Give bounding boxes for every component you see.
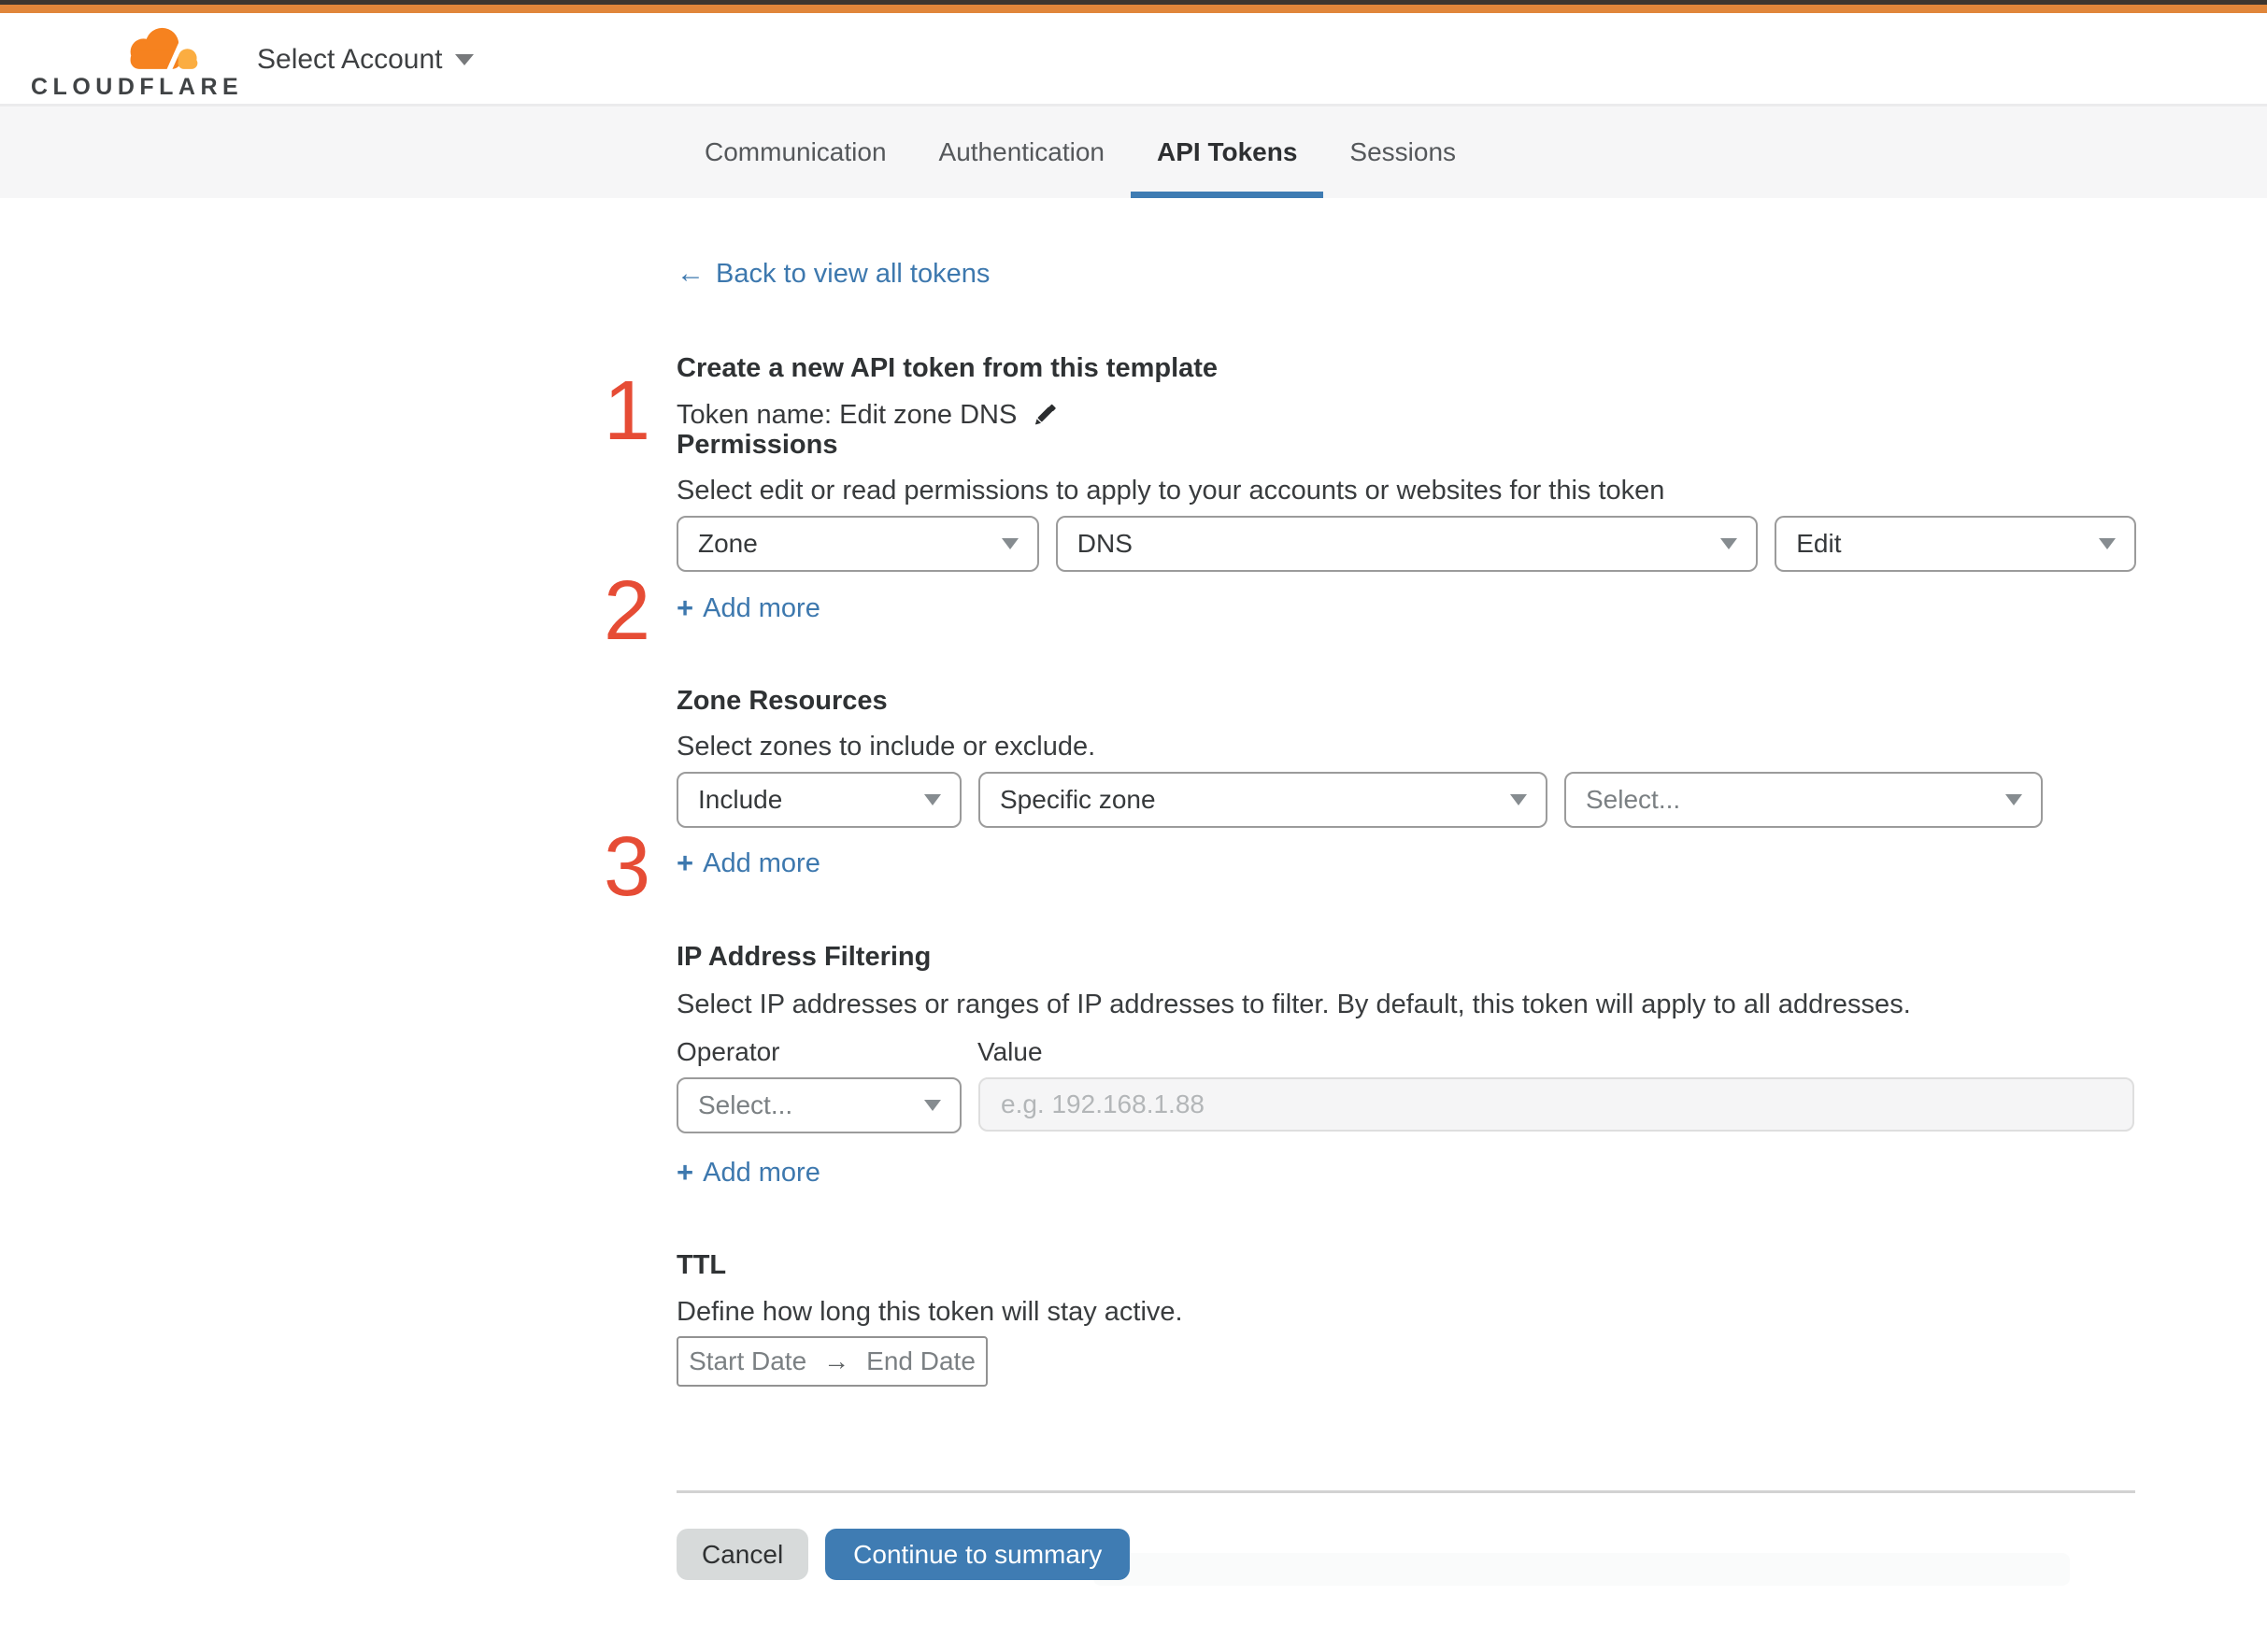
cloudflare-cloud-icon xyxy=(130,27,198,75)
chevron-down-icon xyxy=(1510,794,1527,805)
edit-pencil-icon[interactable] xyxy=(1030,400,1060,430)
back-link-label: Back to view all tokens xyxy=(716,259,991,289)
right-arrow-icon: → xyxy=(823,1346,850,1375)
chevron-down-icon xyxy=(2005,794,2022,805)
ip-filtering-labels: Operator Value xyxy=(677,1039,2136,1065)
ip-filtering-row: Select... xyxy=(677,1077,2136,1133)
cloudflare-wordmark: CLOUDFLARE xyxy=(31,74,244,100)
step-marker-3: 3 xyxy=(603,820,651,914)
token-name-line: Token name: Edit zone DNS xyxy=(677,399,2136,431)
tab-communication[interactable]: Communication xyxy=(678,107,913,198)
step-marker-1: 1 xyxy=(603,364,651,458)
zone-mode-select[interactable]: Include xyxy=(677,772,962,828)
permission-access-select[interactable]: Edit xyxy=(1775,516,2136,572)
ttl-heading: TTL xyxy=(677,1250,727,1280)
chevron-down-icon xyxy=(1001,538,1019,549)
cloudflare-logo[interactable]: CLOUDFLARE xyxy=(31,22,238,103)
operator-label: Operator xyxy=(677,1037,780,1066)
ttl-date-range-picker[interactable]: Start Date → End Date xyxy=(677,1336,988,1387)
chevron-down-icon xyxy=(455,53,475,65)
back-arrow-icon: ← xyxy=(677,258,705,289)
zone-resources-heading: Zone Resources xyxy=(677,686,888,716)
permissions-add-more-link[interactable]: + Add more xyxy=(677,591,820,624)
ip-filtering-description: Select IP addresses or ranges of IP addr… xyxy=(677,990,1911,1019)
chevron-down-icon xyxy=(2098,538,2116,549)
permission-scope-select[interactable]: Zone xyxy=(677,516,1039,572)
chevron-down-icon xyxy=(924,1100,941,1111)
zone-resources-description: Select zones to include or exclude. xyxy=(677,732,1096,762)
value-label: Value xyxy=(977,1037,1043,1066)
step-marker-2: 2 xyxy=(603,564,651,658)
tab-sessions[interactable]: Sessions xyxy=(1323,107,1482,198)
plus-icon: + xyxy=(677,591,694,624)
end-date-placeholder: End Date xyxy=(866,1346,976,1375)
zone-type-select[interactable]: Specific zone xyxy=(978,772,1547,828)
permission-service-select[interactable]: DNS xyxy=(1055,516,1759,572)
zone-resources-row: Include Specific zone Select... xyxy=(677,772,2136,828)
app-header: CLOUDFLARE Select Account xyxy=(0,13,2267,106)
tab-authentication[interactable]: Authentication xyxy=(913,107,1131,198)
ttl-description: Define how long this token will stay act… xyxy=(677,1297,1183,1327)
back-to-tokens-link[interactable]: ← Back to view all tokens xyxy=(677,258,991,289)
footer-actions: Cancel Continue to summary xyxy=(677,1529,2136,1580)
ip-value-input[interactable] xyxy=(978,1077,2134,1132)
permissions-row: Zone DNS Edit xyxy=(677,516,2136,572)
continue-to-summary-button[interactable]: Continue to summary xyxy=(825,1529,1131,1580)
template-heading: Create a new API token from this templat… xyxy=(677,353,1219,383)
ip-filtering-heading: IP Address Filtering xyxy=(677,942,932,972)
plus-icon: + xyxy=(677,1156,694,1189)
chevron-down-icon xyxy=(924,794,941,805)
top-accent-bar xyxy=(0,5,2267,13)
zone-resources-add-more-link[interactable]: + Add more xyxy=(677,847,820,879)
token-form: 1 2 3 ← Back to view all tokens Create a… xyxy=(0,198,2267,1586)
tab-api-tokens[interactable]: API Tokens xyxy=(1131,107,1324,198)
token-name-text: Token name: Edit zone DNS xyxy=(677,400,1018,430)
permissions-description: Select edit or read permissions to apply… xyxy=(677,476,1665,506)
account-selector[interactable]: Select Account xyxy=(257,13,475,106)
ip-filtering-add-more-link[interactable]: + Add more xyxy=(677,1156,820,1189)
chevron-down-icon xyxy=(1720,538,1738,549)
profile-tabs: Communication Authentication API Tokens … xyxy=(0,106,2267,198)
cancel-button[interactable]: Cancel xyxy=(677,1529,809,1580)
start-date-placeholder: Start Date xyxy=(689,1346,807,1375)
footer-divider xyxy=(677,1490,2135,1493)
plus-icon: + xyxy=(677,847,694,879)
zone-picker-select[interactable]: Select... xyxy=(1564,772,2043,828)
ip-operator-select[interactable]: Select... xyxy=(677,1077,962,1133)
account-selector-label: Select Account xyxy=(257,43,443,75)
permissions-heading: Permissions xyxy=(677,430,838,460)
